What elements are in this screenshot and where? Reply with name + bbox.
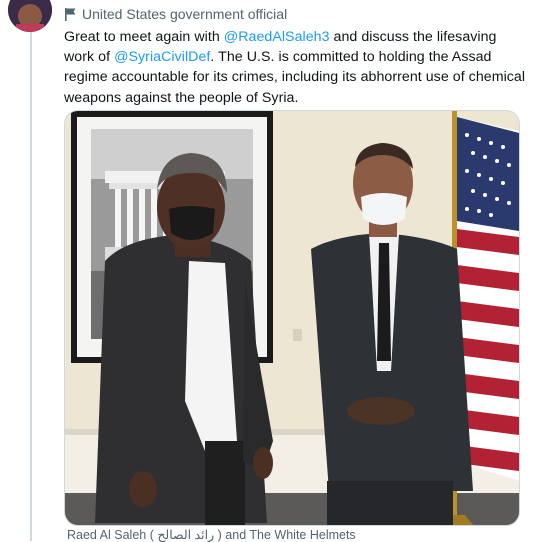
avatar[interactable]: [8, 0, 52, 32]
flag-icon: [65, 8, 76, 21]
tweet-text: Great to meet again with @RaedAlSaleh3 a…: [64, 27, 526, 108]
thread-line: [30, 30, 32, 541]
tweet-text-part: Great to meet again with: [64, 29, 224, 45]
photo-image: [65, 111, 519, 525]
avatar-image: [8, 0, 52, 32]
photo-tags[interactable]: Raed Al Saleh ( رائد الصالح ) and The Wh…: [64, 527, 356, 542]
mention-link-syriacivildef[interactable]: @SyriaCivilDef: [114, 49, 210, 65]
government-label: United States government official: [64, 5, 287, 23]
mention-link-raed[interactable]: @RaedAlSaleh3: [224, 29, 330, 45]
tweet-photo[interactable]: [64, 110, 520, 526]
photo-tags-text: Raed Al Saleh ( رائد الصالح ) and The Wh…: [67, 528, 356, 542]
government-label-text: United States government official: [82, 6, 288, 22]
